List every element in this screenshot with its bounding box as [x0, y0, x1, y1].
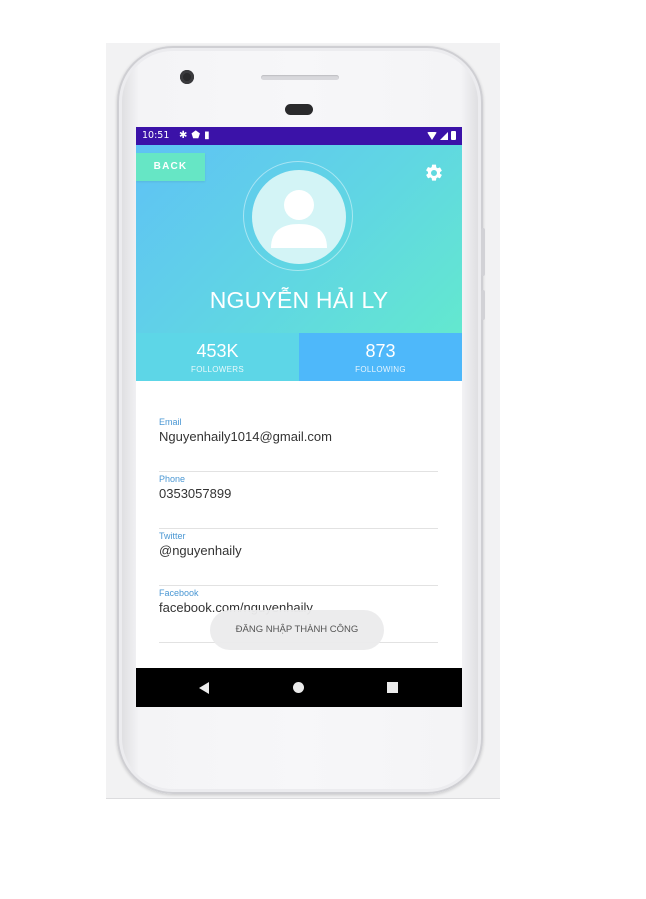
followers-count: 453K — [196, 341, 239, 361]
recents-icon[interactable] — [387, 682, 398, 693]
phone-value: 0353057899 — [159, 486, 232, 501]
twitter-value: @nguyenhaily — [159, 543, 242, 558]
login-success-toast: ĐĂNG NHẬP THÀNH CÔNG — [210, 610, 384, 650]
shield-icon: ⬟ — [191, 130, 205, 141]
navigation-bar — [136, 668, 462, 707]
profile-header: BACK NGUYỄN HẢI LY — [136, 145, 462, 333]
person-icon — [271, 190, 327, 248]
signal-icon — [440, 132, 448, 140]
following-label: FOLLOWING — [355, 365, 406, 374]
followers-label: FOLLOWERS — [191, 365, 244, 374]
facebook-label: Facebook — [159, 588, 199, 598]
battery-icon — [451, 131, 456, 140]
email-label: Email — [159, 417, 182, 427]
stats-bar: 453K FOLLOWERS 873 FOLLOWING — [136, 333, 462, 381]
following-count: 873 — [365, 341, 396, 361]
status-time: 10:51 — [142, 130, 170, 141]
back-button[interactable]: BACK — [136, 153, 205, 181]
following-stat[interactable]: 873 FOLLOWING — [299, 333, 462, 381]
front-camera — [180, 70, 194, 84]
twitter-label: Twitter — [159, 531, 186, 541]
back-icon[interactable] — [199, 682, 209, 694]
phone-field[interactable]: Phone 0353057899 — [159, 474, 438, 529]
status-bar: 10:51 ✱⬟▮ — [136, 127, 462, 145]
speaker-slit — [261, 75, 339, 80]
email-field[interactable]: Email Nguyenhaily1014@gmail.com — [159, 417, 438, 472]
twitter-field[interactable]: Twitter @nguyenhaily — [159, 531, 438, 586]
email-value: Nguyenhaily1014@gmail.com — [159, 429, 332, 444]
sd-card-icon: ▮ — [204, 130, 214, 141]
profile-name: NGUYỄN HẢI LY — [209, 287, 389, 313]
settings-gear-icon[interactable] — [424, 163, 444, 183]
volume-button — [481, 228, 485, 276]
home-icon[interactable] — [293, 682, 304, 693]
status-system-icons — [427, 131, 456, 140]
wifi-icon — [427, 132, 437, 140]
earpiece — [285, 104, 313, 115]
phone-label: Phone — [159, 474, 186, 484]
phone-screen: 10:51 ✱⬟▮ BACK NGUYỄN HẢI LY 453K FOLLOW… — [136, 127, 462, 707]
power-button — [481, 290, 485, 320]
gear-icon: ✱ — [179, 130, 192, 141]
followers-stat[interactable]: 453K FOLLOWERS — [136, 333, 299, 381]
status-notification-icons: ✱⬟▮ — [179, 127, 214, 145]
avatar[interactable] — [252, 170, 346, 264]
